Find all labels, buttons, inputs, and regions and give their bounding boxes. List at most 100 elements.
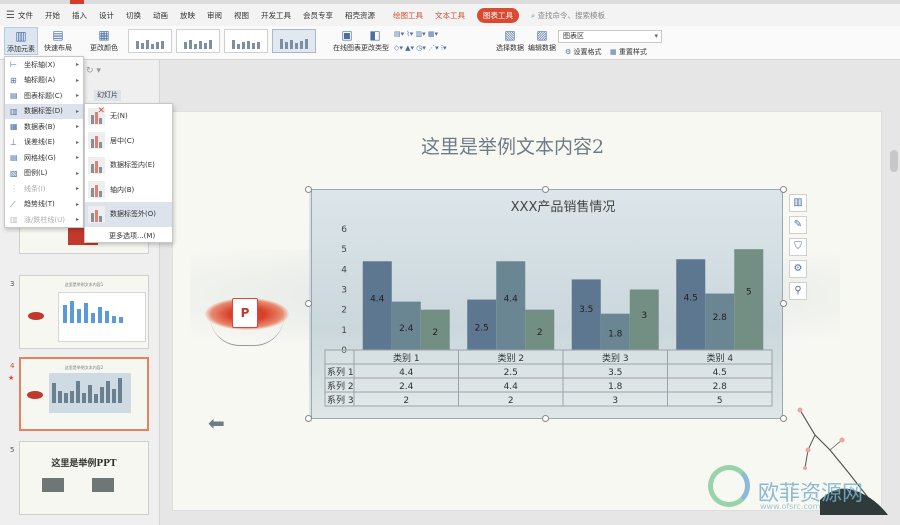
ribbon-small-row-2[interactable]: ◇▾ ▲▾ ◷▾ ⋰▾ ⁝▾: [394, 44, 447, 52]
slides-tab[interactable]: 幻灯片: [94, 90, 121, 101]
chart-filter-icon[interactable]: ⛉: [789, 238, 807, 256]
menu-item-label: 轴标题(A): [24, 76, 56, 85]
menu-item-axis-title[interactable]: ⊞ 轴标题(A) ▸: [5, 73, 83, 89]
reset-style-button[interactable]: ▦ 重置样式: [610, 47, 647, 57]
menu-resources[interactable]: 稻壳资源: [345, 10, 375, 21]
tab-chart-tools[interactable]: 图表工具: [476, 7, 519, 23]
online-chart-button[interactable]: ▣ 在线图表: [333, 27, 361, 53]
resize-handle-ne[interactable]: [780, 186, 787, 193]
chart-elements-icon[interactable]: ▥: [789, 194, 807, 212]
menu-item-label: 涨/跌柱线(U): [24, 215, 65, 224]
menu-home[interactable]: 开始: [45, 10, 60, 21]
chart-settings-icon[interactable]: ⚙: [789, 260, 807, 278]
up-down-bars-icon: ▥: [10, 215, 18, 225]
error-bars-icon: ⊥: [10, 137, 17, 147]
set-format-label: 设置格式: [573, 48, 602, 56]
menu-item-trendline[interactable]: ⟋ 趋势线(T) ▸: [5, 197, 83, 213]
watermark-url: www.ofsrc.com: [760, 502, 821, 511]
menu-item-chart-title[interactable]: ▤ 图表标题(C) ▸: [5, 88, 83, 104]
data-label-option-center[interactable]: 居中(C): [85, 129, 172, 154]
data-label-more-options[interactable]: 更多选项...(M): [85, 227, 172, 245]
arrow-left-icon[interactable]: ⬅: [208, 413, 225, 433]
panel-tools-icon[interactable]: ↻ ▾: [86, 66, 101, 76]
slide-thumb-4[interactable]: 这里是举例文本内容2: [19, 357, 149, 431]
ribbon-small-row-1[interactable]: ▤▾ ⌇▾ ▥▾ ▦▾: [394, 30, 438, 38]
menu-item-error-bars[interactable]: ⊥ 误差线(E) ▸: [5, 135, 83, 151]
chart-style-2[interactable]: [176, 29, 220, 53]
chart-style-3[interactable]: [224, 29, 268, 53]
slide-thumb-3[interactable]: 这里是举例文本内容1: [19, 275, 149, 349]
menu-item-label: 数据表(B): [24, 122, 56, 131]
menu-item-data-labels[interactable]: ▥ 数据标签(D) ▸: [5, 103, 83, 119]
resize-handle-w[interactable]: [305, 300, 312, 307]
command-search[interactable]: ⌕ 查找命令、搜索模板: [531, 10, 605, 21]
menu-developer[interactable]: 开发工具: [261, 10, 291, 21]
chart-style-1[interactable]: [128, 29, 172, 53]
resize-handle-sw[interactable]: [305, 415, 312, 422]
edit-data-button[interactable]: ▨ 编辑数据: [528, 27, 556, 53]
submenu-arrow-icon: ▸: [75, 61, 79, 69]
slide-thumb-5[interactable]: 这里是举例PPT: [19, 441, 149, 515]
select-data-button[interactable]: ▧ 选择数据: [496, 27, 524, 53]
chevron-down-icon: ▾: [654, 32, 658, 40]
vertical-scrollbar-thumb[interactable]: [890, 150, 898, 172]
chart-style-pen-icon[interactable]: ✎: [789, 216, 807, 234]
data-label-option-inside-end[interactable]: 数据标签内(E): [85, 153, 172, 178]
set-format-button[interactable]: ⚙ 设置格式: [565, 47, 602, 57]
chart-title-icon: ▤: [10, 91, 18, 101]
add-element-button[interactable]: ▥ 添加元素: [4, 27, 38, 55]
change-color-button[interactable]: ▦ 更改颜色: [90, 27, 118, 53]
chart-style-4[interactable]: [272, 29, 316, 53]
format-icon: ⚙: [565, 48, 572, 56]
menu-insert[interactable]: 插入: [72, 10, 87, 21]
tab-text-tools[interactable]: 文本工具: [435, 10, 465, 21]
data-labels-icon: ▥: [10, 106, 18, 116]
resize-handle-s[interactable]: [542, 415, 549, 422]
resize-handle-n[interactable]: [542, 186, 549, 193]
menu-view[interactable]: 视图: [234, 10, 249, 21]
data-label-option-inside-base[interactable]: 轴内(B): [85, 178, 172, 203]
menu-item-label: 线条(I): [24, 184, 46, 193]
hamburger-icon[interactable]: ☰: [6, 10, 15, 21]
menu-file[interactable]: 文件: [18, 10, 33, 21]
menu-slideshow[interactable]: 放映: [180, 10, 195, 21]
menu-animation[interactable]: 动画: [153, 10, 168, 21]
quick-layout-icon: ▤: [52, 28, 64, 42]
thumb-3-title: 这里是举例文本内容1: [64, 282, 104, 287]
menu-item-data-table[interactable]: ▦ 数据表(B) ▸: [5, 119, 83, 135]
add-element-label: 添加元素: [7, 45, 35, 53]
submenu-arrow-icon: ▸: [75, 200, 79, 208]
data-label-option-outside-end[interactable]: 数据标签外(O): [85, 202, 172, 227]
chart-area-select[interactable]: 图表区 ▾: [558, 30, 662, 43]
menu-item-legend[interactable]: ▧ 图例(L) ▸: [5, 166, 83, 182]
slide-number-5: 5: [10, 446, 15, 454]
trendline-icon: ⟋: [10, 199, 16, 209]
resize-handle-se[interactable]: [780, 415, 787, 422]
change-type-button[interactable]: ◧ 更改类型: [361, 27, 389, 53]
chart-pin-icon[interactable]: ⚲: [789, 282, 807, 300]
legend-icon: ▧: [10, 168, 18, 178]
quick-layout-button[interactable]: ▤ 快速布局: [44, 27, 72, 53]
edit-data-icon: ▨: [536, 28, 548, 42]
menu-item-gridlines[interactable]: ▤ 网格线(G) ▸: [5, 150, 83, 166]
label-center-icon: [88, 132, 105, 150]
menu-review[interactable]: 审阅: [207, 10, 222, 21]
menu-item-label: 图表标题(C): [24, 91, 63, 100]
data-label-option-none[interactable]: ✕ 无(N): [85, 104, 172, 129]
tab-drawing-tools[interactable]: 绘图工具: [393, 10, 423, 21]
menu-item-axes[interactable]: ⊢ 坐标轴(X) ▸: [5, 57, 83, 73]
submenu-arrow-icon: ▸: [75, 92, 79, 100]
submenu-arrow-icon: ▸: [75, 216, 79, 224]
online-chart-label: 在线图表: [333, 44, 361, 52]
menu-member[interactable]: 会员专享: [303, 10, 333, 21]
option-label: 数据标签外(O): [110, 210, 156, 219]
slide-title[interactable]: 这里是举例文本内容2: [421, 132, 604, 159]
menu-design[interactable]: 设计: [99, 10, 114, 21]
gridlines-icon: ▤: [10, 153, 18, 163]
reset-icon: ▦: [610, 48, 617, 56]
resize-handle-nw[interactable]: [305, 186, 312, 193]
menu-transition[interactable]: 切换: [126, 10, 141, 21]
resize-handle-e[interactable]: [780, 300, 787, 307]
thumb-box-1: [42, 478, 64, 492]
quick-layout-label: 快速布局: [44, 44, 72, 52]
